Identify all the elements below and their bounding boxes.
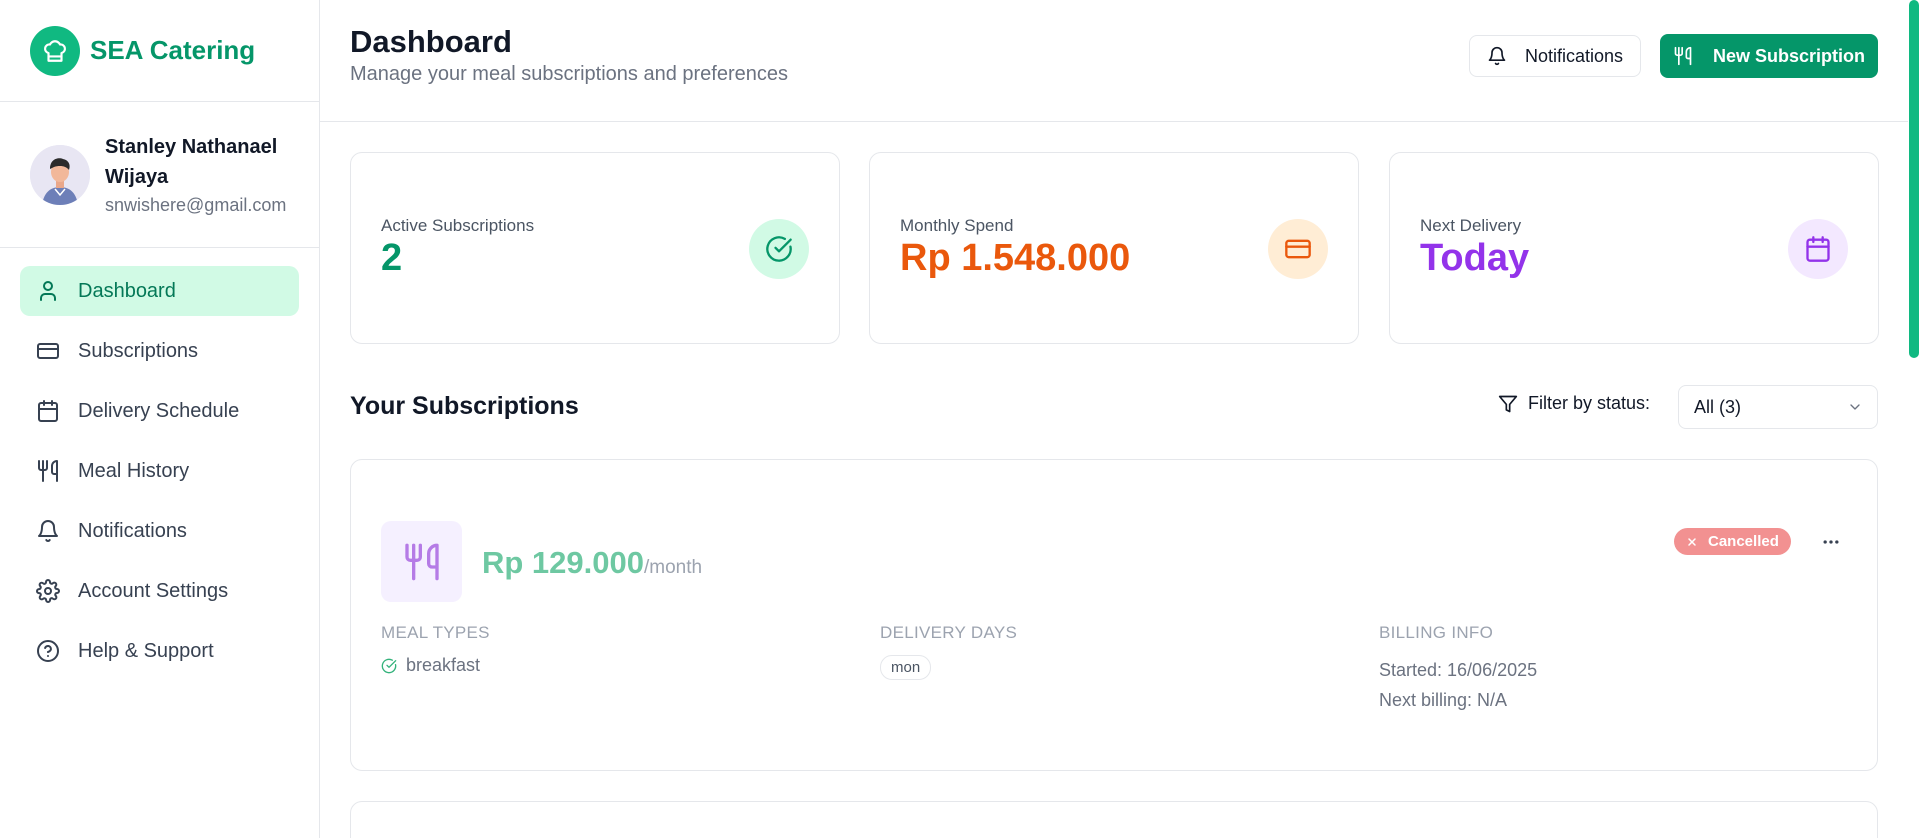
more-options-button[interactable] — [1818, 530, 1844, 554]
credit-card-icon — [1268, 219, 1328, 279]
page-subtitle: Manage your meal subscriptions and prefe… — [350, 63, 789, 85]
status-badge-label: Cancelled — [1708, 533, 1779, 550]
more-horizontal-icon — [1823, 540, 1839, 544]
user-name: Stanley Nathanael Wijaya — [105, 135, 278, 188]
stat-label: Next Delivery — [1420, 216, 1522, 235]
sidebar-item-label: Meal History — [78, 459, 190, 482]
sidebar-item-label: Account Settings — [78, 579, 229, 602]
billing-info-column: BILLING INFO Started: 16/06/2025 Next bi… — [1379, 623, 1537, 715]
delivery-day-pill: mon — [880, 655, 932, 680]
close-icon — [1688, 537, 1696, 546]
sidebar-item-label: Dashboard — [78, 279, 176, 302]
price-period: /month — [644, 557, 703, 578]
sidebar-item-account-settings[interactable]: Account Settings — [20, 566, 299, 616]
filter-label: Filter by status: — [1498, 393, 1650, 414]
user-icon — [36, 279, 60, 303]
gear-icon — [36, 579, 60, 603]
meal-type-label: breakfast — [406, 655, 481, 675]
sidebar-nav: Dashboard Subscriptions Delivery Schedul… — [0, 248, 319, 676]
utensils-icon — [381, 521, 462, 602]
sidebar-item-label: Subscriptions — [78, 339, 199, 362]
chevron-down-icon — [1850, 404, 1860, 410]
bell-icon — [1488, 46, 1506, 66]
sidebar-item-meal-history[interactable]: Meal History — [20, 446, 299, 496]
calendar-icon — [36, 399, 60, 423]
sidebar-item-label: Help & Support — [78, 639, 214, 662]
page-header: Dashboard Manage your meal subscriptions… — [320, 0, 1908, 122]
delivery-days-list: mon — [880, 655, 1017, 680]
notifications-button[interactable]: Notifications — [1469, 35, 1641, 77]
notifications-button-label: Notifications — [1524, 45, 1624, 66]
delivery-days-column: DELIVERY DAYS mon — [880, 623, 1017, 680]
sidebar-item-delivery-schedule[interactable]: Delivery Schedule — [20, 386, 299, 436]
utensils-icon — [36, 459, 60, 483]
new-subscription-label: New Subscription — [1712, 45, 1865, 66]
help-circle-icon — [36, 639, 60, 663]
filter-icon — [1498, 395, 1518, 412]
utensils-icon — [1674, 46, 1692, 66]
meal-types-column: MEAL TYPES breakfast — [381, 623, 490, 676]
sidebar-item-subscriptions[interactable]: Subscriptions — [20, 326, 299, 376]
billing-next: Next billing: N/A — [1379, 690, 1508, 710]
bell-icon — [36, 519, 60, 543]
stat-value: Today — [1420, 237, 1530, 279]
sidebar-item-label: Delivery Schedule — [78, 399, 240, 422]
sidebar-item-label: Notifications — [78, 519, 187, 542]
main-content: Dashboard Manage your meal subscriptions… — [320, 0, 1908, 838]
credit-card-icon — [36, 339, 60, 363]
filter-label-text: Filter by status: — [1528, 393, 1651, 413]
stat-label: Monthly Spend — [900, 216, 1014, 235]
brand-name: SEA Catering — [90, 35, 256, 65]
section-title: Your Subscriptions — [350, 392, 579, 420]
meal-type-item: breakfast — [381, 655, 490, 676]
stat-label: Active Subscriptions — [381, 216, 535, 235]
calendar-icon — [1788, 219, 1848, 279]
stat-value: Rp 1.548.000 — [900, 237, 1131, 279]
check-circle-icon — [749, 219, 809, 279]
price-amount: Rp 129.000 — [482, 545, 644, 580]
scrollbar-thumb[interactable] — [1909, 0, 1919, 358]
page-title: Dashboard — [350, 24, 512, 59]
sidebar-item-help-support[interactable]: Help & Support — [20, 626, 299, 676]
subscription-price: Rp 129.000/month — [482, 545, 702, 581]
chef-hat-icon — [30, 25, 80, 76]
sidebar: SEA Catering Stanley Nathanael Wijaya sn… — [0, 0, 320, 838]
stat-card-active-subscriptions: Active Subscriptions 2 — [350, 152, 840, 344]
avatar — [30, 144, 90, 205]
billing-started: Started: 16/06/2025 — [1379, 660, 1538, 680]
status-filter-value: All (3) — [1694, 396, 1742, 417]
billing-info-body: Started: 16/06/2025 Next billing: N/A — [1379, 655, 1537, 715]
stat-card-next-delivery: Next Delivery Today — [1389, 152, 1879, 344]
user-profile: Stanley Nathanael Wijaya snwishere@gmail… — [0, 102, 319, 248]
sidebar-item-notifications[interactable]: Notifications — [20, 506, 299, 556]
sidebar-item-dashboard[interactable]: Dashboard — [20, 266, 299, 316]
status-filter-select[interactable]: All (3) — [1678, 385, 1878, 429]
stat-value: 2 — [381, 237, 403, 279]
new-subscription-button[interactable]: New Subscription — [1660, 34, 1878, 78]
billing-info-header: BILLING INFO — [1379, 623, 1494, 642]
meal-types-header: MEAL TYPES — [381, 623, 490, 642]
brand[interactable]: SEA Catering — [0, 0, 319, 102]
stat-card-monthly-spend: Monthly Spend Rp 1.548.000 — [869, 152, 1359, 344]
subscription-card — [350, 801, 1878, 838]
check-circle-icon — [381, 658, 397, 673]
status-badge: Cancelled — [1674, 528, 1791, 555]
delivery-days-header: DELIVERY DAYS — [880, 623, 1018, 642]
subscription-card: Rp 129.000/month Cancelled MEAL TYPES br… — [350, 459, 1878, 771]
user-email: snwishere@gmail.com — [105, 194, 287, 215]
app-root: SEA Catering Stanley Nathanael Wijaya sn… — [0, 0, 1919, 838]
